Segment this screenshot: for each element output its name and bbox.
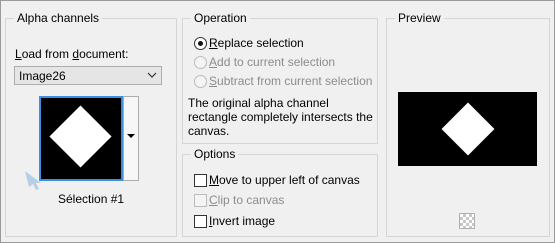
invert-image-checkbox[interactable] — [194, 215, 207, 228]
document-select-value: Image26 — [19, 69, 66, 83]
add-to-selection-radio[interactable] — [194, 56, 207, 69]
operation-description: The original alpha channel rectangle com… — [188, 96, 373, 138]
clip-to-canvas-label[interactable]: Clip to canvas — [209, 193, 284, 207]
selection-name: Sélection #1 — [58, 192, 125, 206]
alpha-channels-dialog: Alpha channels Load from document: Image… — [0, 0, 555, 243]
document-select[interactable]: Image26 — [14, 66, 162, 85]
chevron-down-icon — [147, 72, 157, 78]
thumbnail-dropdown-button[interactable] — [123, 96, 139, 181]
subtract-from-selection-radio[interactable] — [194, 75, 207, 88]
replace-selection-label[interactable]: Replace selection — [209, 36, 304, 50]
radio-selected-dot — [198, 41, 203, 46]
move-to-upper-left-label[interactable]: Move to upper left of canvas — [209, 173, 360, 187]
preview-diamond-shape — [441, 102, 495, 156]
thumbnail-diamond-shape — [49, 105, 112, 168]
checkerboard-icon[interactable] — [459, 213, 475, 229]
load-from-document-label: Load from document: — [15, 47, 129, 61]
invert-image-label[interactable]: Invert image — [209, 214, 275, 228]
operation-title: Operation — [191, 11, 250, 25]
pointer-arrow-icon — [25, 171, 41, 190]
replace-selection-radio[interactable] — [194, 37, 207, 50]
subtract-from-selection-label[interactable]: Subtract from current selection — [209, 74, 372, 88]
dropdown-arrow-icon — [127, 134, 135, 138]
add-to-selection-label[interactable]: Add to current selection — [209, 55, 335, 69]
alpha-channels-title: Alpha channels — [14, 11, 103, 25]
clip-to-canvas-checkbox[interactable] — [194, 194, 207, 207]
preview-title: Preview — [395, 11, 444, 25]
move-to-upper-left-checkbox[interactable] — [194, 174, 207, 187]
preview-canvas — [398, 92, 537, 166]
options-title: Options — [191, 147, 239, 161]
